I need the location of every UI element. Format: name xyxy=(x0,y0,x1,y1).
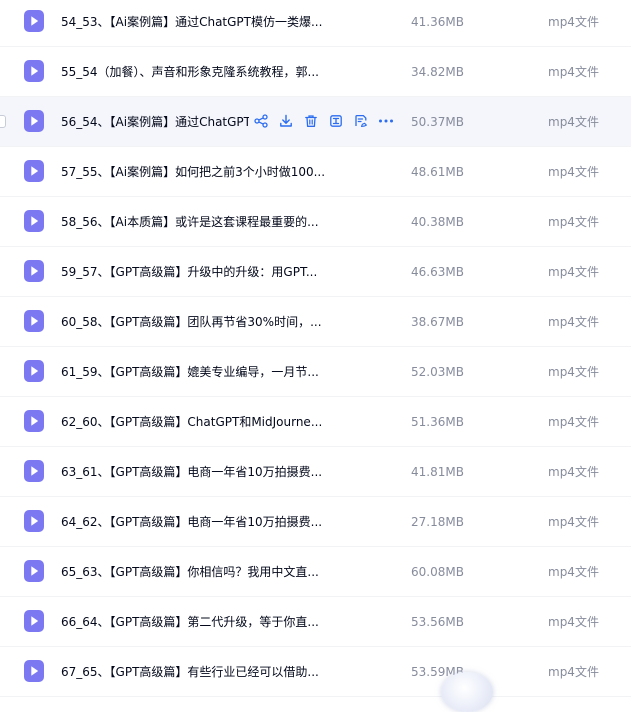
file-size: 40.38MB xyxy=(411,215,464,229)
file-type: mp4文件 xyxy=(548,515,599,529)
file-name[interactable]: 58_56、【Ai本质篇】或许是这套课程最重要的... xyxy=(61,197,331,247)
video-file-icon xyxy=(24,560,44,582)
video-file-icon xyxy=(24,260,44,282)
file-row[interactable]: 58_56、【Ai本质篇】或许是这套课程最重要的... 40.38MB mp4文件 xyxy=(0,197,631,247)
file-size: 51.36MB xyxy=(411,415,464,429)
file-size: 27.18MB xyxy=(411,515,464,529)
floating-assistant-orb[interactable] xyxy=(441,672,493,712)
file-name[interactable]: 64_62、【GPT高级篇】电商一年省10万拍摄费... xyxy=(61,497,331,547)
file-type: mp4文件 xyxy=(548,165,599,179)
file-size: 46.63MB xyxy=(411,265,464,279)
file-row[interactable]: 57_55、【Ai案例篇】如何把之前3个小时做100... 48.61MB mp4文… xyxy=(0,147,631,197)
file-row[interactable]: 54_53、【Ai案例篇】通过ChatGPT模仿一类爆... 41.36MB mp4… xyxy=(0,0,631,47)
file-type: mp4文件 xyxy=(548,665,599,679)
file-name[interactable]: 59_57、【GPT高级篇】升级中的升级：用GPT... xyxy=(61,247,331,297)
file-row[interactable]: 63_61、【GPT高级篇】电商一年省10万拍摄费... 41.81MB mp4文件 xyxy=(0,447,631,497)
video-file-icon xyxy=(24,410,44,432)
file-size: 38.67MB xyxy=(411,315,464,329)
more-icon[interactable] xyxy=(377,112,395,130)
file-name[interactable]: 66_64、【GPT高级篇】第二代升级，等于你直... xyxy=(61,597,331,647)
row-actions xyxy=(252,112,395,130)
video-file-icon xyxy=(24,360,44,382)
file-row[interactable]: 55_54（加餐）、声音和形象克隆系统教程，郭... 34.82MB mp4文件 xyxy=(0,47,631,97)
file-type: mp4文件 xyxy=(548,465,599,479)
video-file-icon xyxy=(24,510,44,532)
video-file-icon xyxy=(24,60,44,82)
rename-icon[interactable] xyxy=(352,112,370,130)
file-size: 50.37MB xyxy=(411,115,464,129)
file-name[interactable]: 57_55、【Ai案例篇】如何把之前3个小时做100... xyxy=(61,147,331,197)
file-row[interactable]: 66_64、【GPT高级篇】第二代升级，等于你直... 53.56MB mp4文件 xyxy=(0,597,631,647)
file-type: mp4文件 xyxy=(548,65,599,79)
video-file-icon xyxy=(24,110,44,132)
file-type: mp4文件 xyxy=(548,265,599,279)
file-type: mp4文件 xyxy=(548,215,599,229)
extract-icon[interactable] xyxy=(327,112,345,130)
file-name[interactable]: 67_65、【GPT高级篇】有些行业已经可以借助... xyxy=(61,647,331,697)
video-file-icon xyxy=(24,10,44,32)
file-name[interactable]: 61_59、【GPT高级篇】媲美专业编导，一月节... xyxy=(61,347,331,397)
file-row[interactable]: 65_63、【GPT高级篇】你相信吗？我用中文直... 60.08MB mp4文件 xyxy=(0,547,631,597)
file-row[interactable]: 67_65、【GPT高级篇】有些行业已经可以借助... 53.59MB mp4文件 xyxy=(0,647,631,697)
file-row[interactable]: 64_62、【GPT高级篇】电商一年省10万拍摄费... 27.18MB mp4文件 xyxy=(0,497,631,547)
video-file-icon xyxy=(24,310,44,332)
video-file-icon xyxy=(24,610,44,632)
file-list: 54_53、【Ai案例篇】通过ChatGPT模仿一类爆... 41.36MB mp4… xyxy=(0,0,631,697)
file-type: mp4文件 xyxy=(548,315,599,329)
file-row[interactable]: 60_58、【GPT高级篇】团队再节省30%时间，... 38.67MB mp4文件 xyxy=(0,297,631,347)
file-row[interactable]: 62_60、【GPT高级篇】ChatGPT和MidJourne... 51.36M… xyxy=(0,397,631,447)
file-name[interactable]: 62_60、【GPT高级篇】ChatGPT和MidJourne... xyxy=(61,397,331,447)
file-type: mp4文件 xyxy=(548,615,599,629)
delete-icon[interactable] xyxy=(302,112,320,130)
file-type: mp4文件 xyxy=(548,565,599,579)
row-checkbox[interactable] xyxy=(0,115,6,128)
download-icon[interactable] xyxy=(277,112,295,130)
file-size: 41.36MB xyxy=(411,15,464,29)
file-type: mp4文件 xyxy=(548,115,599,129)
file-name[interactable]: 55_54（加餐）、声音和形象克隆系统教程，郭... xyxy=(61,47,331,97)
file-size: 41.81MB xyxy=(411,465,464,479)
file-type: mp4文件 xyxy=(548,365,599,379)
file-type: mp4文件 xyxy=(548,15,599,29)
file-size: 53.56MB xyxy=(411,615,464,629)
file-type: mp4文件 xyxy=(548,415,599,429)
file-row[interactable]: 56_54、【Ai案例篇】通过ChatGPT 50.37MB mp4文件 xyxy=(0,97,631,147)
video-file-icon xyxy=(24,210,44,232)
video-file-icon xyxy=(24,160,44,182)
file-size: 48.61MB xyxy=(411,165,464,179)
file-name[interactable]: 60_58、【GPT高级篇】团队再节省30%时间，... xyxy=(61,297,331,347)
video-file-icon xyxy=(24,460,44,482)
file-name[interactable]: 63_61、【GPT高级篇】电商一年省10万拍摄费... xyxy=(61,447,331,497)
share-icon[interactable] xyxy=(252,112,270,130)
file-name[interactable]: 54_53、【Ai案例篇】通过ChatGPT模仿一类爆... xyxy=(61,0,331,47)
file-size: 52.03MB xyxy=(411,365,464,379)
video-file-icon xyxy=(24,660,44,682)
file-name[interactable]: 56_54、【Ai案例篇】通过ChatGPT xyxy=(61,97,249,147)
file-row[interactable]: 59_57、【GPT高级篇】升级中的升级：用GPT... 46.63MB mp4文件 xyxy=(0,247,631,297)
file-size: 60.08MB xyxy=(411,565,464,579)
file-row[interactable]: 61_59、【GPT高级篇】媲美专业编导，一月节... 52.03MB mp4文件 xyxy=(0,347,631,397)
file-size: 34.82MB xyxy=(411,65,464,79)
file-name[interactable]: 65_63、【GPT高级篇】你相信吗？我用中文直... xyxy=(61,547,331,597)
